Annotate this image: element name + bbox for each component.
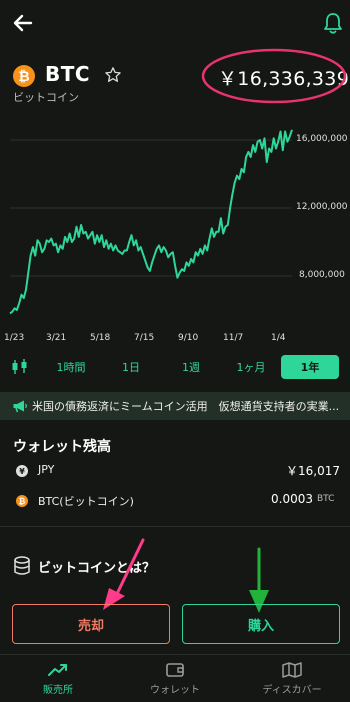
tab-1-hour[interactable]: 1時間: [46, 355, 96, 379]
x-tick-label: 3/21: [46, 333, 67, 343]
map-icon: [282, 662, 302, 678]
wallet-row-value: ￥16,017: [286, 464, 340, 478]
x-tick-label: 5/18: [90, 333, 111, 343]
news-headline[interactable]: 米国の債務返済にミームコイン活用 仮想通貨支持者の実業...: [32, 398, 339, 414]
wallet-row-label: BTC(ビットコイン): [38, 495, 134, 508]
wallet-row-unit: BTC: [317, 494, 335, 504]
nav-item-exchange[interactable]: 販売所: [0, 655, 116, 702]
coin-name: ビットコイン: [13, 91, 79, 104]
wallet-row-value: 0.0003: [271, 492, 313, 506]
x-tick-label: 1/23: [4, 333, 25, 343]
top-bar: [0, 0, 350, 48]
period-tabs: 1時間 1日 1週 1ヶ月 1年: [0, 355, 350, 381]
nav-label: ウォレット: [150, 685, 200, 696]
y-tick-label: 12,000,000: [296, 202, 348, 212]
trend-up-icon: [48, 664, 67, 676]
star-icon[interactable]: [104, 66, 122, 84]
tab-1-day[interactable]: 1日: [108, 355, 154, 379]
bitcoin-logo-icon: ₿: [13, 65, 35, 87]
wallet-balance-title: ウォレット残高: [13, 439, 111, 455]
yen-coin-icon: ¥: [16, 465, 28, 477]
tab-1-week[interactable]: 1週: [166, 355, 216, 379]
price-chart[interactable]: [0, 120, 350, 340]
price-line: [9, 129, 293, 315]
divider: [0, 526, 350, 527]
x-tick-label: 1/4: [271, 333, 286, 343]
coin-symbol: BTC: [45, 62, 91, 86]
bitcoin-coin-icon: ₿: [16, 495, 28, 507]
x-tick-label: 9/10: [178, 333, 199, 343]
y-tick-label: 16,000,000: [296, 134, 348, 144]
y-tick-label: 8,000,000: [299, 270, 345, 280]
buy-button[interactable]: 購入: [182, 604, 340, 644]
tab-1-year[interactable]: 1年: [281, 355, 339, 379]
tab-1-month[interactable]: 1ヶ月: [224, 355, 278, 379]
wallet-row-label: JPY: [38, 463, 55, 476]
sell-button[interactable]: 売却: [12, 604, 170, 644]
bell-icon[interactable]: [322, 11, 344, 35]
news-ticker[interactable]: 米国の債務返済にミームコイン活用 仮想通貨支持者の実業...: [0, 392, 350, 420]
nav-label: 販売所: [43, 685, 73, 696]
megaphone-icon: [13, 400, 27, 413]
arrow-left-icon[interactable]: [10, 10, 36, 36]
x-tick-label: 11/7: [223, 333, 244, 343]
nav-label: ディスカバー: [262, 685, 322, 696]
nav-item-wallet[interactable]: ウォレット: [117, 655, 233, 702]
highlight-circle-annotation: [201, 48, 347, 104]
nav-item-discover[interactable]: ディスカバー: [234, 655, 350, 702]
coins-stack-icon: [14, 556, 30, 575]
x-tick-label: 7/15: [134, 333, 155, 343]
wallet-icon: [166, 663, 184, 677]
bottom-nav: 販売所 ウォレット ディスカバー: [0, 654, 350, 702]
